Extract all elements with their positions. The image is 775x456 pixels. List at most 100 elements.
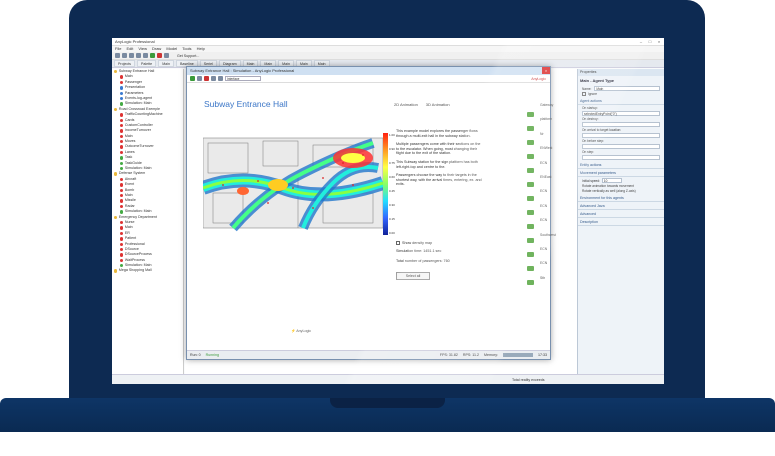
new-icon[interactable]: [115, 53, 120, 58]
escalator-label: ENWest: [540, 146, 553, 151]
animation-tabs: 2D Animation 3D Animation: [394, 102, 450, 107]
property-field-input[interactable]: [582, 155, 660, 160]
escalator-entry[interactable]: [520, 261, 540, 275]
section-entity-actions[interactable]: Entity actions: [578, 161, 664, 169]
section-movement-parameters[interactable]: Movement parameters: [578, 169, 664, 177]
agent-icon: [120, 91, 124, 95]
view-dropdown[interactable]: Interface: [225, 76, 261, 81]
density-checkbox-label: Show density map: [402, 241, 433, 245]
menu-help[interactable]: Help: [197, 46, 205, 52]
save-icon[interactable]: [129, 53, 134, 58]
section-description[interactable]: Description: [578, 218, 664, 226]
zoom-icon[interactable]: [164, 53, 169, 58]
undo-icon[interactable]: [136, 53, 141, 58]
property-field-input[interactable]: [582, 122, 660, 127]
app-statusbar: Total reality exceeds: [112, 374, 664, 384]
close-icon[interactable]: ×: [542, 67, 550, 74]
rps-readout: RPS: 11.2: [462, 353, 480, 357]
menu-view[interactable]: View: [138, 46, 147, 52]
name-label: Name:: [582, 86, 592, 91]
agent-icon: [120, 258, 124, 263]
tab-2d-animation[interactable]: 2D Animation: [394, 102, 418, 107]
escalator-label: ECN: [540, 261, 548, 266]
agent-icon: [120, 237, 124, 241]
menu-tools[interactable]: Tools: [182, 46, 191, 52]
name-field[interactable]: Main: [594, 86, 660, 91]
tab-projects[interactable]: Projects: [114, 60, 135, 67]
escalator-entry[interactable]: [520, 205, 540, 219]
escalator-icon: [526, 111, 534, 117]
escalator-entry[interactable]: [520, 219, 540, 233]
escalator-entry[interactable]: [520, 149, 540, 163]
section-agent-actions[interactable]: Agent actions: [578, 97, 664, 105]
escalator-entry[interactable]: [520, 135, 540, 149]
density-checkbox-row[interactable]: Show density map: [396, 241, 432, 245]
agent-icon: [120, 113, 124, 117]
brand-logo: ⚡ AnyLogic: [291, 329, 312, 333]
escalator-entry[interactable]: [520, 191, 540, 205]
pause-icon[interactable]: [197, 76, 202, 81]
legend-tick-label: 1.00: [389, 133, 395, 137]
agent-icon: [120, 247, 124, 252]
rotate-vertically-checkbox[interactable]: Rotate vertically as well (along Z-axis): [582, 189, 660, 193]
speed-icon[interactable]: [218, 76, 223, 81]
section-advanced-java[interactable]: Advanced Java: [578, 202, 664, 210]
select-all-button[interactable]: Select all: [396, 272, 430, 280]
property-field-input[interactable]: [582, 144, 660, 149]
step-icon[interactable]: [211, 76, 216, 81]
initial-speed-field[interactable]: 10: [601, 178, 622, 183]
escalator-icon: [526, 279, 534, 285]
open-icon[interactable]: [122, 53, 127, 58]
stop-icon[interactable]: [157, 53, 162, 58]
escalator-entry[interactable]: [520, 107, 540, 121]
agent-icon: [120, 188, 124, 192]
ignore-checkbox[interactable]: [582, 92, 586, 96]
menu-edit[interactable]: Edit: [126, 46, 133, 52]
section-environment[interactable]: Environment for this agents: [578, 194, 664, 202]
stop-icon[interactable]: [204, 76, 209, 81]
escalator-label: ENEast: [540, 174, 552, 179]
escalator-label-column: Gateway platform Nr ENWest ECN ENEast ECN ECN EC…: [540, 103, 556, 290]
description-p1: This example model explores the passenge…: [396, 129, 478, 138]
property-field-input[interactable]: [582, 133, 660, 138]
menu-draw[interactable]: Draw: [152, 46, 161, 52]
tab-3d-animation[interactable]: 3D Animation: [426, 102, 450, 107]
menu-model[interactable]: Model: [166, 46, 177, 52]
escalator-entry[interactable]: [520, 275, 540, 289]
run-icon[interactable]: [150, 53, 155, 58]
escalator-entry[interactable]: [520, 163, 540, 177]
escalator-entry[interactable]: [520, 177, 540, 191]
project-tree-item[interactable]: Mega Shopping Mall: [112, 268, 183, 273]
agent-icon: [120, 231, 124, 236]
legend-tick-label: 0.60: [389, 175, 395, 179]
close-icon[interactable]: ×: [655, 39, 663, 45]
agent-icon: [120, 220, 124, 225]
escalator-icon: [526, 237, 534, 243]
escalator-entry[interactable]: [520, 247, 540, 261]
simulation-icon: [120, 102, 124, 106]
escalator-icon: [526, 125, 534, 131]
play-icon[interactable]: [190, 76, 195, 81]
section-advanced[interactable]: Advanced: [578, 210, 664, 218]
escalator-icon: [526, 223, 534, 229]
maximize-icon[interactable]: □: [646, 39, 654, 45]
get-support-button[interactable]: Get Support...: [177, 54, 199, 58]
density-checkbox[interactable]: [396, 241, 400, 245]
property-field-label: On arrival to target location:: [582, 128, 622, 132]
property-field-input[interactable]: selectedEntryPoint("0"): [582, 111, 660, 116]
rotate-animation-checkbox[interactable]: Rotate animation towards movement: [582, 184, 660, 188]
escalator-label: ECN: [540, 203, 548, 208]
model-icon: [114, 172, 118, 176]
menu-file[interactable]: File: [115, 46, 121, 52]
escalator-entry[interactable]: [520, 121, 540, 135]
running-status: Running: [205, 353, 219, 357]
app-titlebar: AnyLogic Professional – □ ×: [112, 38, 664, 46]
model-icon: [114, 269, 118, 273]
simulation-icon: [120, 156, 124, 160]
escalator-entry[interactable]: [520, 233, 540, 247]
tab-palette[interactable]: Palette: [136, 60, 157, 67]
minimize-icon[interactable]: –: [637, 39, 645, 45]
properties-title: Main - Agent Type: [580, 78, 614, 83]
redo-icon[interactable]: [143, 53, 148, 58]
tab-main[interactable]: Main: [158, 60, 174, 67]
